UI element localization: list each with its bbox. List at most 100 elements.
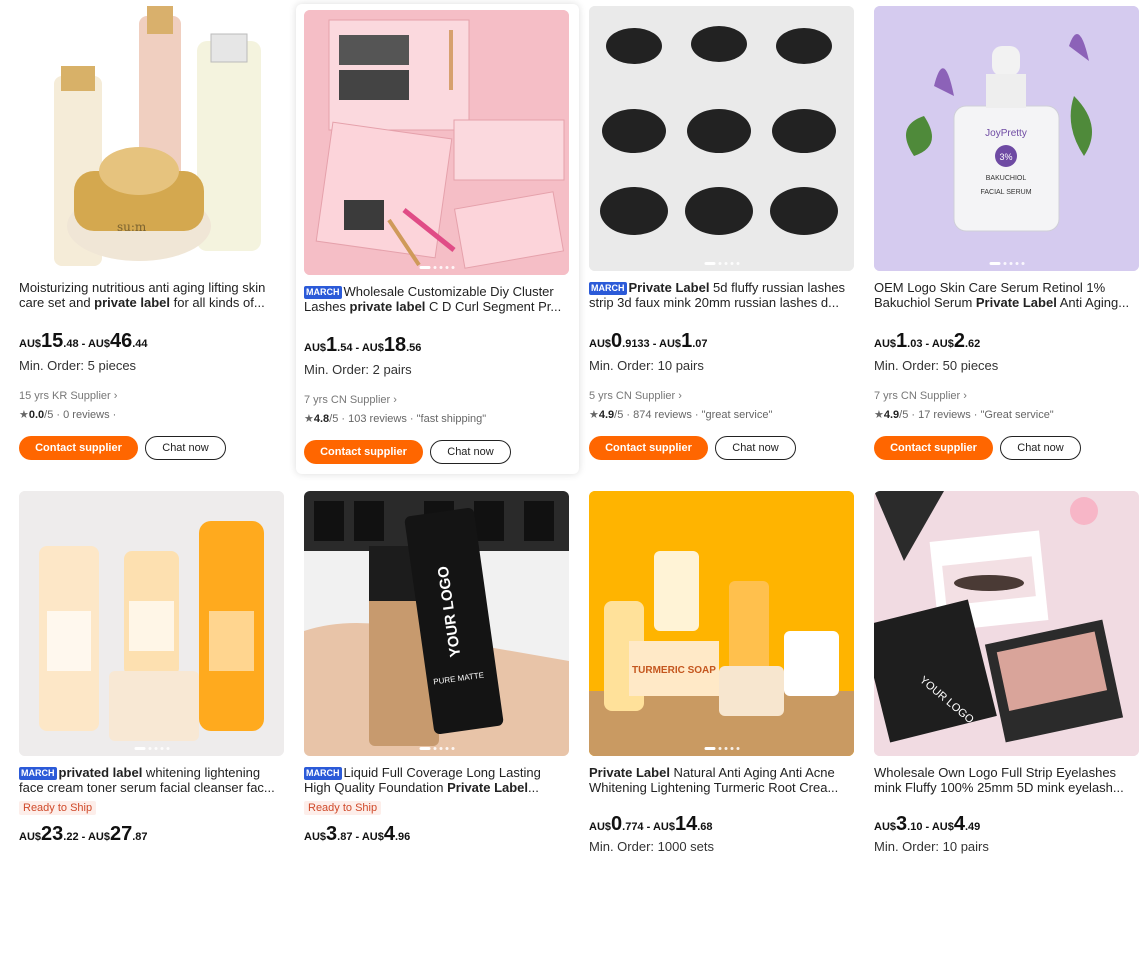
contact-supplier-button[interactable]: Contact supplier xyxy=(589,436,708,460)
price-range: AU$1.03 - AU$2.62 xyxy=(874,330,980,353)
turmeric-soap-image[interactable]: TURMERIC SOAP xyxy=(589,491,854,756)
supplier-link[interactable]: 7 yrs CN Supplier › xyxy=(874,390,967,402)
product-card[interactable]: JoyPretty 3% BAKUCHIOL FACIAL SERUM OEM … xyxy=(866,0,1148,470)
star-icon: ★ xyxy=(874,409,884,421)
product-title[interactable]: MARCH Liquid Full Coverage Long Lasting H… xyxy=(304,765,569,795)
price-decimal: .10 xyxy=(907,821,923,833)
carousel-dots[interactable] xyxy=(419,747,454,750)
chat-now-button[interactable]: Chat now xyxy=(1000,436,1081,460)
rating-max: /5 xyxy=(614,409,624,421)
carousel-dots[interactable] xyxy=(704,262,739,265)
supplier-link[interactable]: 5 yrs CN Supplier › xyxy=(589,390,682,402)
supplier-link[interactable]: 15 yrs KR Supplier › xyxy=(19,390,117,402)
price-integer: 3 xyxy=(326,823,338,845)
chat-now-button[interactable]: Chat now xyxy=(715,436,796,460)
price-integer: 1 xyxy=(326,334,338,356)
currency: AU$ xyxy=(589,338,612,350)
title-highlight: Private Label xyxy=(628,280,710,295)
price-decimal: .87 xyxy=(132,831,148,843)
price-separator: - xyxy=(649,338,660,350)
title-highlight: privated label xyxy=(58,765,143,780)
carousel-dots[interactable] xyxy=(989,262,1024,265)
currency: AU$ xyxy=(19,338,42,350)
supplier-link[interactable]: 7 yrs CN Supplier › xyxy=(304,394,397,406)
price-range: AU$0.774 - AU$14.68 xyxy=(589,813,713,836)
price-range: AU$1.54 - AU$18.56 xyxy=(304,334,421,357)
skincare-bottles-image[interactable]: su:m xyxy=(19,6,284,271)
currency: AU$ xyxy=(304,342,327,354)
star-icon: ★ xyxy=(589,409,599,421)
price-integer: 18 xyxy=(383,334,407,356)
product-card[interactable]: YOUR LOGO Wholesale Own Logo Full Strip … xyxy=(866,485,1148,955)
carousel-dots[interactable] xyxy=(419,266,454,269)
product-card[interactable]: YOUR LOGO PURE MATTE MARCH Liquid Full Co… xyxy=(296,485,579,955)
currency: AU$ xyxy=(652,821,675,833)
chat-now-button[interactable]: Chat now xyxy=(430,440,511,464)
review-count: · 17 reviews · xyxy=(908,409,978,421)
lash-grid-image[interactable] xyxy=(589,6,854,271)
contact-supplier-button[interactable]: Contact supplier xyxy=(874,436,993,460)
currency: AU$ xyxy=(659,338,682,350)
price-integer: 2 xyxy=(953,330,965,352)
price-decimal: .54 xyxy=(337,342,353,354)
min-order: Min. Order: 10 pairs xyxy=(874,839,989,854)
price-decimal: .9133 xyxy=(622,338,650,350)
review-count: · 874 reviews · xyxy=(623,409,699,421)
serum-kind-text: FACIAL SERUM xyxy=(980,189,1031,196)
title-highlight: private label xyxy=(94,295,171,310)
march-badge: MARCH xyxy=(304,767,342,780)
price-integer: 15 xyxy=(41,330,64,352)
serum-brand-text: JoyPretty xyxy=(985,128,1027,139)
chat-now-button[interactable]: Chat now xyxy=(145,436,226,460)
contact-supplier-button[interactable]: Contact supplier xyxy=(304,440,423,464)
rating-max: /5 xyxy=(329,413,339,425)
product-card[interactable]: su:m Moisturizing nutritious anti aging … xyxy=(11,0,294,470)
price-separator: - xyxy=(643,821,653,833)
product-title[interactable]: OEM Logo Skin Care Serum Retinol 1% Baku… xyxy=(874,280,1139,310)
soap-label-text: TURMERIC SOAP xyxy=(632,665,716,676)
price-decimal: .96 xyxy=(394,831,411,843)
product-card[interactable]: TURMERIC SOAP Private Label Natural Anti… xyxy=(581,485,864,955)
product-title[interactable]: Private Label Natural Anti Aging Anti Ac… xyxy=(589,765,854,795)
price-decimal: .22 xyxy=(63,831,79,843)
currency: AU$ xyxy=(304,831,327,843)
carousel-dots[interactable] xyxy=(704,747,739,750)
title-highlight: Private Label xyxy=(975,295,1057,310)
currency: AU$ xyxy=(361,831,384,843)
star-icon: ★ xyxy=(19,409,29,421)
min-order: Min. Order: 5 pieces xyxy=(19,358,137,373)
carousel-dots[interactable] xyxy=(134,747,169,750)
price-integer: 14 xyxy=(674,813,698,835)
svg-text:su:m: su:m xyxy=(117,220,147,234)
price-range: AU$23.22 - AU$27.87 xyxy=(19,823,148,846)
product-title[interactable]: MARCH privated label whitening lightening… xyxy=(19,765,284,795)
contact-supplier-button[interactable]: Contact supplier xyxy=(19,436,138,460)
ready-to-ship-badge: Ready to Ship xyxy=(19,801,97,815)
price-integer: 0 xyxy=(611,330,623,352)
product-title[interactable]: Wholesale Own Logo Full Strip Eyelashes … xyxy=(874,765,1139,795)
price-integer: 23 xyxy=(41,823,64,845)
min-order: Min. Order: 10 pairs xyxy=(589,358,704,373)
price-decimal: .44 xyxy=(132,338,148,350)
rating: ★4.9/5 · 874 reviews · "great service" xyxy=(589,408,772,421)
product-card[interactable]: MARCH Private Label 5d fluffy russian las… xyxy=(581,0,864,470)
foundation-image[interactable]: YOUR LOGO PURE MATTE xyxy=(304,491,569,756)
product-title[interactable]: MARCH Wholesale Customizable Diy Cluster … xyxy=(304,284,569,314)
star-icon: ★ xyxy=(304,413,314,425)
title-text: 5d fluffy russian lashes strip 3d faux m… xyxy=(589,280,846,310)
product-title[interactable]: Moisturizing nutritious anti aging lifti… xyxy=(19,280,284,310)
serum-percent-text: 3% xyxy=(999,152,1012,162)
price-separator: - xyxy=(78,831,88,843)
serum-bottle-image[interactable]: JoyPretty 3% BAKUCHIOL FACIAL SERUM xyxy=(874,6,1139,271)
product-card[interactable]: MARCH Wholesale Customizable Diy Cluster … xyxy=(296,4,579,474)
rating-value: 4.9 xyxy=(598,409,615,421)
price-integer: 1 xyxy=(896,330,908,352)
product-card[interactable]: MARCH privated label whitening lightening… xyxy=(11,485,294,955)
turmeric-set-image[interactable] xyxy=(19,491,284,756)
ready-to-ship-badge: Ready to Ship xyxy=(304,801,382,815)
lash-kit-image[interactable] xyxy=(304,10,569,275)
lash-box-image[interactable]: YOUR LOGO xyxy=(874,491,1139,756)
price-separator: - xyxy=(352,831,362,843)
rating-max: /5 xyxy=(899,409,909,421)
product-title[interactable]: MARCH Private Label 5d fluffy russian las… xyxy=(589,280,854,310)
